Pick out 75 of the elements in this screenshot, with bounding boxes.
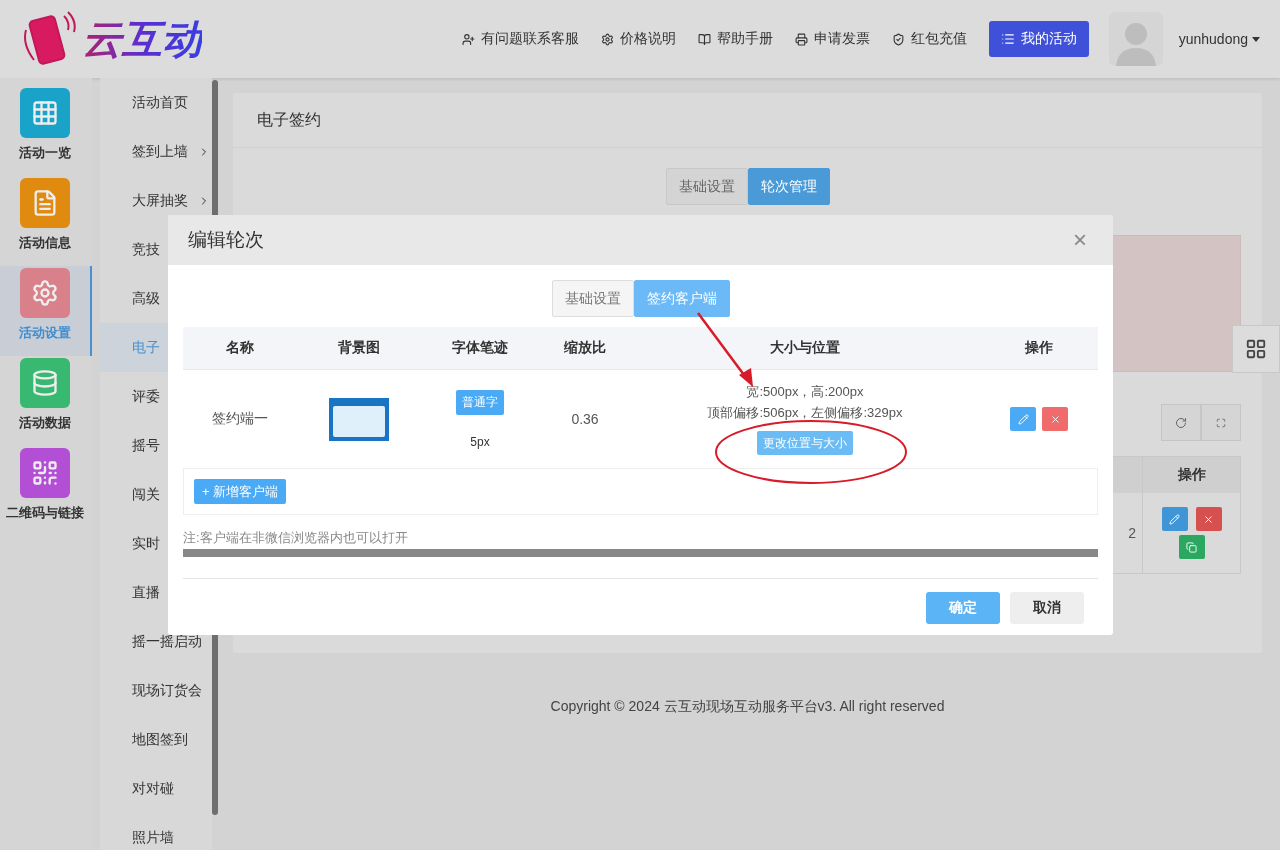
submenu-item[interactable]: 地图签到 bbox=[100, 715, 212, 764]
column-header: 名称 bbox=[226, 339, 254, 357]
copy-button[interactable] bbox=[1178, 535, 1205, 559]
edit-button[interactable] bbox=[1161, 507, 1188, 531]
column-header: 缩放比 bbox=[564, 339, 606, 357]
column-header: 背景图 bbox=[337, 339, 380, 357]
fullscreen-icon bbox=[1216, 417, 1226, 428]
offset-text: 顶部偏移:506px，左侧偏移:329px bbox=[707, 404, 903, 422]
shield-icon bbox=[891, 32, 905, 46]
cancel-button[interactable]: 取消 bbox=[1010, 592, 1084, 624]
submenu-item[interactable]: 大屏抽奖 bbox=[100, 176, 212, 225]
table-cell: 5px bbox=[470, 434, 490, 449]
note-text: 注:客户端在非微信浏览器内也可以打开 bbox=[183, 529, 409, 547]
rail-label: 活动一览 bbox=[19, 144, 71, 162]
submenu-item[interactable]: 现场订货会 bbox=[100, 666, 212, 715]
header-link[interactable]: 价格说明 bbox=[600, 30, 676, 48]
copyright-text: Copyright © 2024 云互动现场互动服务平台v3. All right reserved bbox=[549, 698, 946, 716]
gear-icon bbox=[31, 279, 59, 307]
column-header: 字体笔迹 bbox=[452, 339, 508, 357]
database-icon bbox=[31, 369, 59, 397]
delete-button[interactable] bbox=[1195, 507, 1222, 531]
table-cell: 2 bbox=[1128, 525, 1136, 541]
printer-icon bbox=[794, 32, 808, 46]
fullscreen-button[interactable] bbox=[1201, 404, 1241, 441]
submenu-item[interactable]: 签到上墙 bbox=[100, 127, 212, 176]
font-badge: 普通字 bbox=[456, 389, 504, 415]
grid-view-button[interactable] bbox=[1232, 325, 1280, 373]
my-activity-button[interactable]: 我的活动 bbox=[988, 21, 1089, 57]
copy-icon bbox=[1186, 541, 1197, 553]
pencil-icon bbox=[1017, 413, 1029, 425]
size-text: 宽:500px，高:200px bbox=[746, 383, 864, 401]
card-title: 电子签约 bbox=[233, 93, 1262, 148]
column-header: 操作 bbox=[1142, 457, 1240, 493]
header-link[interactable]: 申请发票 bbox=[794, 30, 870, 48]
submenu-item[interactable]: 照片墙 bbox=[100, 813, 212, 850]
header-link[interactable]: 帮助手册 bbox=[697, 30, 773, 48]
qr-code-icon bbox=[31, 459, 59, 487]
rail-item[interactable]: 活动信息 bbox=[0, 176, 92, 266]
close-icon bbox=[1203, 513, 1214, 525]
table-cell: 0.36 bbox=[571, 411, 599, 427]
rail-item[interactable]: 活动一览 bbox=[0, 86, 92, 176]
column-header: 操作 bbox=[1025, 339, 1053, 357]
rail-label: 二维码与链接 bbox=[6, 504, 84, 522]
avatar-placeholder[interactable] bbox=[1108, 12, 1163, 66]
user-menu[interactable]: yunhudong bbox=[1178, 31, 1260, 47]
rail-label: 活动设置 bbox=[19, 324, 71, 342]
submenu-item[interactable]: 摇一摇启动 bbox=[100, 617, 212, 666]
column-header: 大小与位置 bbox=[770, 339, 840, 357]
list-icon bbox=[1000, 32, 1015, 46]
tab[interactable]: 基础设置 bbox=[665, 168, 748, 205]
user-icon bbox=[461, 32, 475, 46]
background-thumbnail bbox=[328, 397, 389, 441]
horizontal-scrollbar[interactable] bbox=[183, 549, 1098, 557]
book-icon bbox=[697, 32, 711, 46]
gear-icon bbox=[600, 32, 614, 46]
close-icon bbox=[1049, 413, 1061, 425]
table-cell: 签约端一 bbox=[212, 410, 268, 428]
rail-item[interactable]: 活动数据 bbox=[0, 356, 92, 446]
grid-icon bbox=[31, 99, 59, 127]
edit-button[interactable] bbox=[1010, 407, 1036, 431]
rail-label: 活动数据 bbox=[19, 414, 71, 432]
refresh-button[interactable] bbox=[1161, 404, 1201, 441]
rail-label: 活动信息 bbox=[19, 234, 71, 252]
rail-item[interactable]: 二维码与链接 bbox=[0, 446, 92, 536]
header-link[interactable]: 红包充值 bbox=[891, 30, 967, 48]
submenu-item[interactable]: 活动首页 bbox=[100, 78, 212, 127]
dialog-title: 编辑轮次 bbox=[188, 228, 264, 252]
grid-icon bbox=[1245, 338, 1267, 360]
caret-icon bbox=[1252, 36, 1260, 42]
pencil-icon bbox=[1169, 513, 1180, 525]
submenu-item[interactable]: 对对碰 bbox=[100, 764, 212, 813]
tab[interactable]: 基础设置 bbox=[551, 280, 634, 317]
header-link[interactable]: 有问题联系客服 bbox=[461, 30, 579, 48]
refresh-icon bbox=[1175, 416, 1187, 429]
delete-button[interactable] bbox=[1042, 407, 1068, 431]
